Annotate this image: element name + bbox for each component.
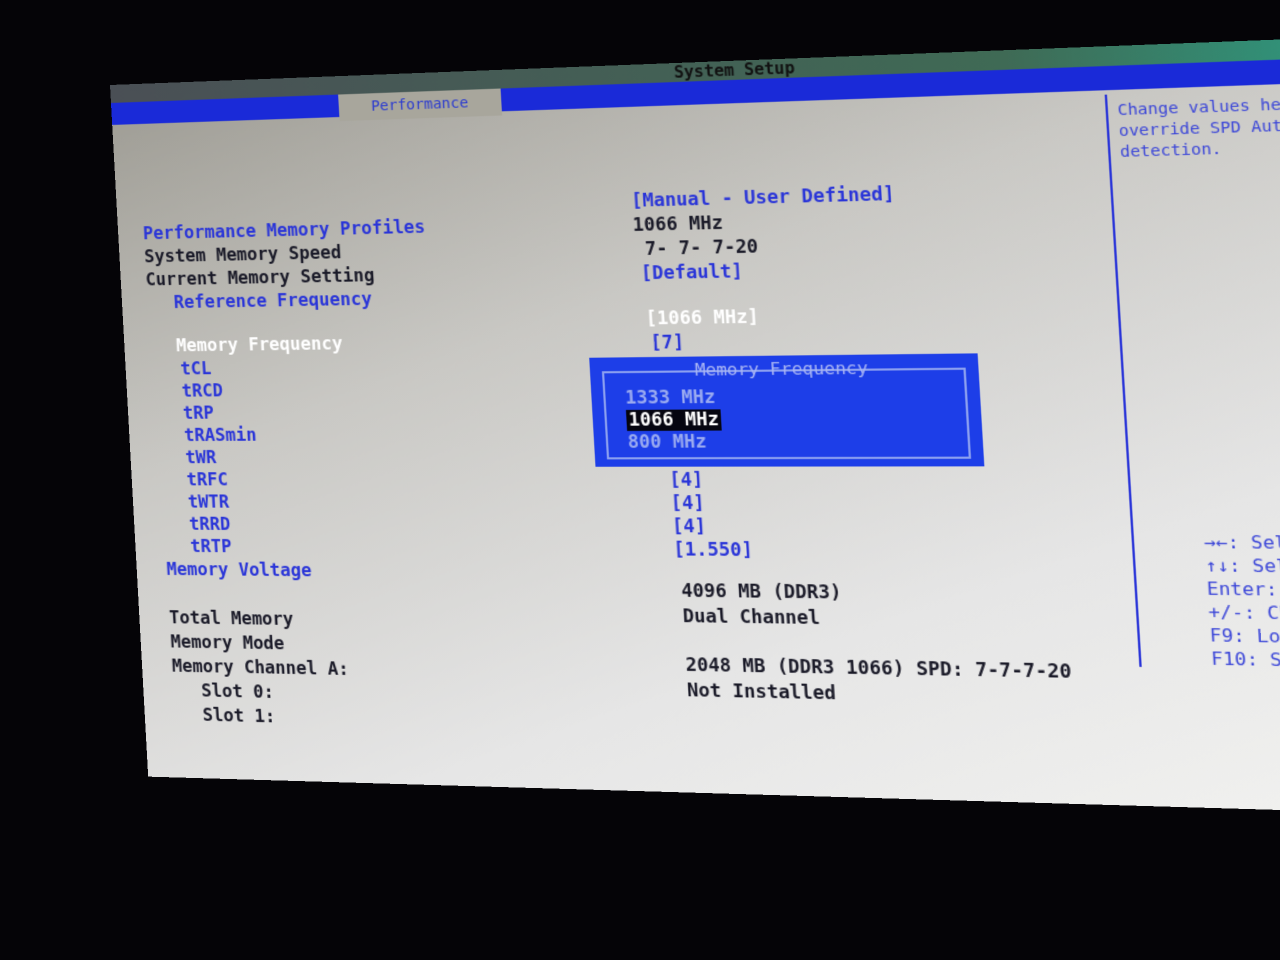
label-current-memory-setting: Current Memory Setting <box>145 265 376 291</box>
popup-title: Memory Frequency <box>694 357 869 380</box>
key-change-opt: +/-: Change Opt. <box>1207 601 1280 625</box>
key-load-defaults: F9: Load Defaults <box>1209 624 1280 649</box>
value-system-memory-speed: 1066 MHz <box>632 212 724 237</box>
value-slot-1: Not Installed <box>686 680 837 705</box>
value-trtp[interactable]: [1.550] <box>673 540 754 562</box>
value-trfc[interactable]: [4] <box>669 470 704 491</box>
value-current-memory-setting: 7- 7- 7-20 <box>644 236 759 261</box>
option-800-mhz[interactable]: 800 MHz <box>627 432 707 453</box>
setting-performance-memory-profiles[interactable]: Performance Memory Profiles <box>142 217 425 244</box>
key-select-item: ↑↓: Select Item <box>1204 554 1280 578</box>
value-twtr[interactable]: [4] <box>670 493 705 514</box>
setting-trrd[interactable]: tRRD <box>189 515 231 535</box>
bios-screen: System Setup Performance Performance Mem… <box>110 33 1280 817</box>
value-performance-memory-profiles[interactable]: [Manual - User Defined] <box>631 184 896 212</box>
memory-frequency-popup: Memory Frequency 1333 MHz 1066 MHz 800 M… <box>589 353 985 467</box>
setting-trcd[interactable]: tRCD <box>181 381 223 402</box>
value-slot-0: 2048 MB (DDR3 1066) SPD: 7-7-7-20 <box>685 654 1073 684</box>
setting-trfc[interactable]: tRFC <box>186 470 228 490</box>
key-save-exit: F10: Save ESC: E <box>1210 648 1280 672</box>
label-memory-mode: Memory Mode <box>170 632 285 655</box>
setting-trtp[interactable]: tRTP <box>190 537 232 558</box>
setting-memory-frequency[interactable]: Memory Frequency <box>176 334 344 356</box>
setting-reference-frequency[interactable]: Reference Frequency <box>173 289 372 313</box>
setting-memory-voltage[interactable]: Memory Voltage <box>166 560 312 582</box>
label-slot-0: Slot 0: <box>200 681 275 704</box>
label-system-memory-speed: System Memory Speed <box>143 242 342 268</box>
key-legend: →←: Select Screen ↑↓: Select Item Enter:… <box>1203 530 1280 673</box>
value-reference-frequency[interactable]: [Default] <box>640 261 743 284</box>
value-trrd[interactable]: [4] <box>672 516 707 537</box>
label-slot-1: Slot 1: <box>202 705 276 728</box>
help-divider <box>1104 94 1142 667</box>
setting-tcl[interactable]: tCL <box>180 359 212 380</box>
setting-twr[interactable]: tWR <box>185 448 217 468</box>
key-select-screen: →←: Select Screen <box>1203 531 1280 554</box>
setting-twtr[interactable]: tWTR <box>187 492 229 512</box>
option-1333-mhz[interactable]: 1333 MHz <box>625 387 716 409</box>
option-1066-mhz[interactable]: 1066 MHz <box>625 409 722 431</box>
tab-performance[interactable]: Performance <box>338 88 503 122</box>
value-memory-frequency[interactable]: [1066 MHz] <box>645 307 759 330</box>
value-total-memory: 4096 MB (DDR3) <box>680 580 843 604</box>
value-tcl[interactable]: [7] <box>650 332 685 354</box>
label-memory-channel-a: Memory Channel A: <box>171 656 350 681</box>
setting-trp[interactable]: tRP <box>182 403 214 423</box>
setting-trasmin[interactable]: tRASmin <box>184 426 257 447</box>
help-text: Change values here to override SPD Auto … <box>1117 95 1280 162</box>
key-enter-select: Enter: Select <box>1206 578 1280 601</box>
value-memory-mode: Dual Channel <box>682 606 821 630</box>
label-total-memory: Total Memory <box>168 608 295 631</box>
